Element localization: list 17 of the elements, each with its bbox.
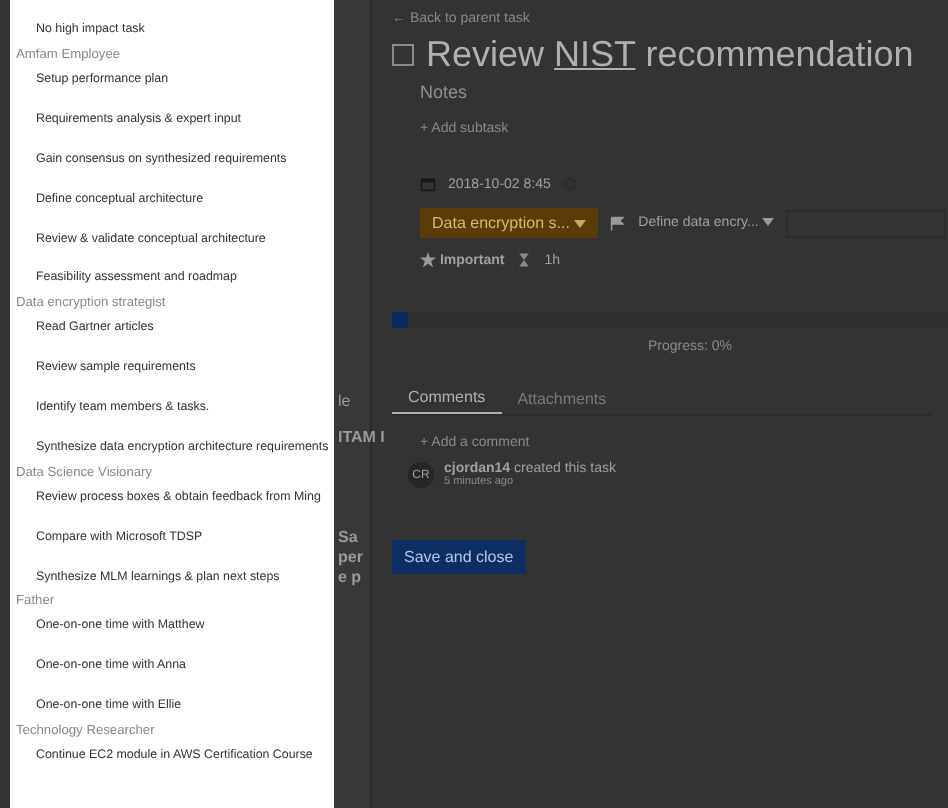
obscured-text: Sa [338, 528, 358, 546]
notes-field[interactable]: Notes [420, 82, 468, 102]
star-icon [420, 252, 436, 268]
obscured-text: le [338, 392, 351, 410]
caret-icon [574, 219, 587, 228]
project-dropdown[interactable]: Data encryption s... [420, 208, 599, 238]
hourglass-icon [516, 252, 533, 268]
caret-icon [762, 218, 775, 227]
task-title: Review NIST recommendation [426, 34, 914, 76]
tab[interactable]: Comments [392, 382, 502, 414]
calendar-icon [420, 176, 436, 192]
task-checkbox[interactable] [392, 44, 414, 66]
obscured-text: per [338, 548, 363, 566]
flag-icon [610, 215, 627, 231]
save-and-close-button[interactable]: Save and close [392, 540, 526, 574]
obscured-text: ITAM I [338, 428, 385, 446]
obscured-text: e p [338, 568, 362, 586]
